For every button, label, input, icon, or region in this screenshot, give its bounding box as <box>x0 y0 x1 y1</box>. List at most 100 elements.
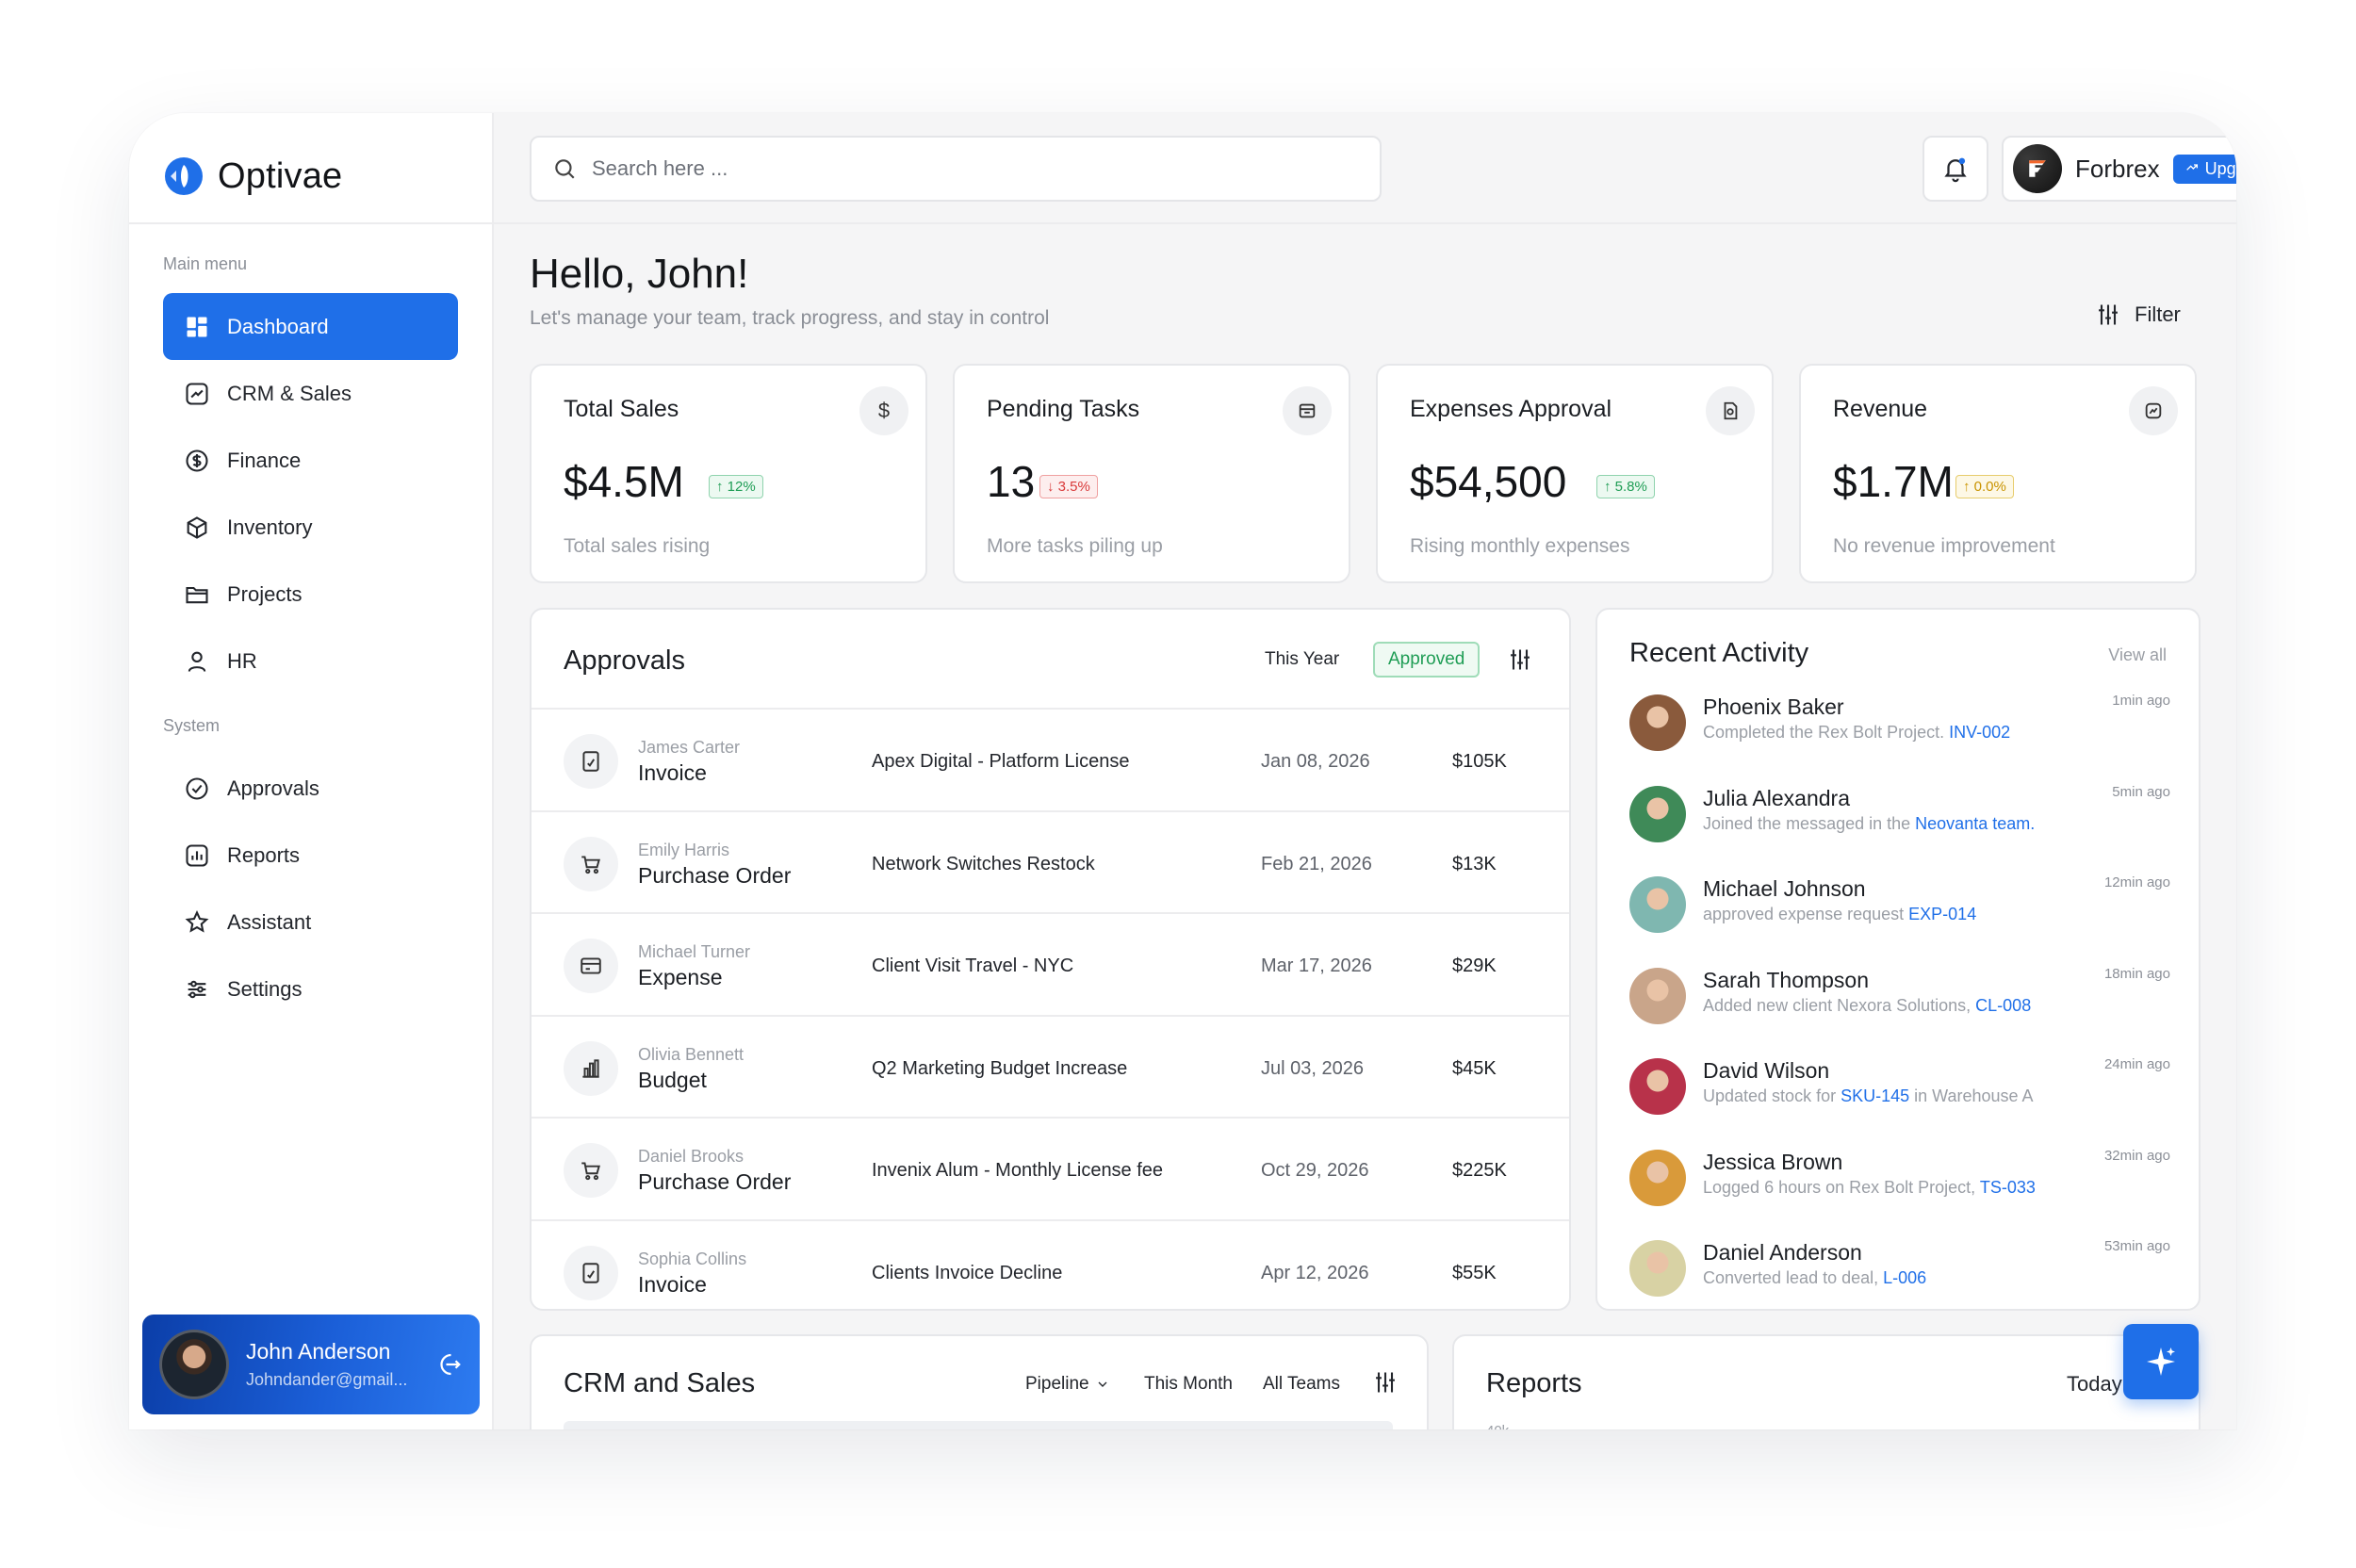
activity-description: approved expense request EXP-014 <box>1703 905 1976 924</box>
activity-item[interactable]: David Wilson Updated stock for SKU-145 in… <box>1629 1056 2170 1147</box>
activity-reference-link[interactable]: TS-033 <box>1980 1178 2036 1197</box>
activity-item[interactable]: Julia Alexandra Joined the messaged in th… <box>1629 784 2170 874</box>
sidebar-item-approvals[interactable]: Approvals <box>163 755 458 822</box>
stat-value: $1.7M <box>1833 457 1954 506</box>
system-menu: Approvals Reports Assistant Settings <box>163 755 458 1022</box>
row-date: Oct 29, 2026 <box>1261 1160 1369 1181</box>
activity-item[interactable]: Jessica Brown Logged 6 hours on Rex Bolt … <box>1629 1148 2170 1238</box>
ai-assistant-button[interactable] <box>2123 1324 2199 1399</box>
stat-card-pending-tasks[interactable]: Pending Tasks 13 ↓ 3.5% More tasks pilin… <box>953 364 1350 583</box>
sidebar-item-reports[interactable]: Reports <box>163 822 458 889</box>
row-description: Client Visit Travel - NYC <box>872 956 1074 976</box>
sidebar-item-label: Approvals <box>227 776 319 800</box>
bell-icon <box>1944 157 1967 183</box>
activity-text: approved expense request <box>1703 905 1909 923</box>
sidebar-item-inventory[interactable]: Inventory <box>163 494 458 561</box>
period-filter[interactable]: Today <box>2067 1372 2122 1396</box>
row-person: Emily Harris <box>638 840 729 859</box>
table-row[interactable]: James Carter Invoice Apex Digital - Plat… <box>532 710 1569 812</box>
sidebar: Optivae Main menu Dashboard CRM & Sales … <box>129 113 494 1429</box>
activity-reference-link[interactable]: EXP-014 <box>1908 905 1976 923</box>
period-filter[interactable]: This Year <box>1265 649 1339 670</box>
user-name: John Anderson <box>246 1339 391 1364</box>
row-amount: $225K <box>1452 1160 1507 1181</box>
card-icon <box>564 939 618 993</box>
avatar <box>1629 1149 1686 1206</box>
view-all-link[interactable]: View all <box>2108 645 2167 665</box>
stat-value: $54,500 <box>1410 457 1567 506</box>
dashboard-icon <box>187 317 207 336</box>
table-row[interactable]: Olivia Bennett Budget Q2 Marketing Budge… <box>532 1017 1569 1119</box>
sidebar-item-projects[interactable]: Projects <box>163 561 458 628</box>
topbar: Forbrex Upgrade <box>494 113 2236 224</box>
system-caption: System <box>163 716 221 735</box>
avatar <box>1629 785 1686 842</box>
activity-reference-link[interactable]: Neovanta team. <box>1915 814 2035 833</box>
status-filter[interactable]: Approved <box>1373 642 1481 678</box>
stat-note: Total sales rising <box>564 535 711 557</box>
activity-text: Converted lead to deal, <box>1703 1268 1884 1287</box>
notifications-button[interactable] <box>1922 136 1988 202</box>
row-description: Network Switches Restock <box>872 853 1095 874</box>
account-switcher[interactable]: Forbrex Upgrade <box>2002 136 2236 202</box>
table-row[interactable]: Sophia Collins Invoice Clients Invoice D… <box>532 1221 1569 1310</box>
sidebar-item-label: Reports <box>227 842 301 867</box>
upgrade-button[interactable]: Upgrade <box>2172 154 2236 184</box>
table-row[interactable]: Daniel Brooks Purchase Order Invenix Alu… <box>532 1119 1569 1221</box>
activity-item[interactable]: Phoenix Baker Completed the Rex Bolt Proj… <box>1629 693 2170 783</box>
approvals-header: Approvals This Year Approved <box>532 610 1569 710</box>
page-title: Hello, John! <box>530 251 749 297</box>
row-type: Purchase Order <box>638 1169 792 1194</box>
stat-note: No revenue improvement <box>1833 535 2055 557</box>
row-person: Daniel Brooks <box>638 1147 744 1166</box>
user-profile-card[interactable]: John Anderson Johndander@gmail... <box>142 1315 480 1414</box>
table-row[interactable]: Emily Harris Purchase Order Network Swit… <box>532 812 1569 914</box>
dollar-icon: $ <box>859 386 908 435</box>
upgrade-label: Upgrade <box>2204 158 2236 178</box>
logout-icon[interactable] <box>434 1350 463 1379</box>
stat-value: $4.5M <box>564 457 684 506</box>
stat-card-total-sales[interactable]: Total Sales $ $4.5M ↑ 12% Total sales ri… <box>530 364 927 583</box>
table-row[interactable]: Michael Turner Expense Client Visit Trav… <box>532 914 1569 1017</box>
stat-title: Pending Tasks <box>987 396 1140 422</box>
activity-item[interactable]: Daniel Anderson Converted lead to deal, L… <box>1629 1238 2170 1309</box>
activity-reference-link[interactable]: L-006 <box>1883 1268 1926 1287</box>
sidebar-item-crm-sales[interactable]: CRM & Sales <box>163 360 458 427</box>
teams-filter[interactable]: All Teams <box>1263 1374 1340 1395</box>
activity-description: Logged 6 hours on Rex Bolt Project, TS-0… <box>1703 1178 2036 1198</box>
period-filter[interactable]: This Month <box>1144 1374 1233 1395</box>
activity-item[interactable]: Michael Johnson approved expense request … <box>1629 874 2170 965</box>
row-amount: $55K <box>1452 1262 1497 1283</box>
activity-description: Joined the messaged in the Neovanta team… <box>1703 814 2035 834</box>
activity-reference-link[interactable]: CL-008 <box>1975 996 2031 1015</box>
activity-reference-link[interactable]: INV-002 <box>1949 723 2010 742</box>
row-description: Apex Digital - Platform License <box>872 751 1130 772</box>
activity-suffix: in Warehouse A <box>1909 1086 2034 1105</box>
stat-card-revenue[interactable]: Revenue $1.7M ↑ 0.0% No revenue improvem… <box>1799 364 2197 583</box>
search-box[interactable] <box>530 136 1382 202</box>
sidebar-item-assistant[interactable]: Assistant <box>163 889 458 956</box>
activity-time: 32min ago <box>2103 1147 2170 1164</box>
sidebar-item-finance[interactable]: Finance <box>163 427 458 494</box>
row-amount: $105K <box>1452 751 1507 772</box>
budget-bars-icon <box>564 1040 618 1096</box>
axis-tick-label: 40k <box>1486 1423 1509 1429</box>
sidebar-item-hr[interactable]: HR <box>163 628 458 694</box>
sidebar-item-dashboard[interactable]: Dashboard <box>163 293 458 360</box>
trend-badge: ↑ 5.8% <box>1596 475 1655 498</box>
activity-item[interactable]: Sarah Thompson Added new client Nexora So… <box>1629 966 2170 1056</box>
sidebar-item-settings[interactable]: Settings <box>163 956 458 1022</box>
filter-label: Filter <box>2135 302 2181 326</box>
activity-reference-link[interactable]: SKU-145 <box>1841 1086 1909 1105</box>
filter-sliders-icon[interactable] <box>1507 646 1533 673</box>
search-input[interactable] <box>592 156 1327 181</box>
logo[interactable]: Optivae <box>163 149 342 204</box>
filter-sliders-icon[interactable] <box>1372 1369 1399 1396</box>
stat-card-expenses-approval[interactable]: Expenses Approval $54,500 ↑ 5.8% Rising … <box>1376 364 1774 583</box>
pipeline-dropdown[interactable]: Pipeline <box>1025 1374 1110 1395</box>
row-amount: $45K <box>1452 1057 1497 1079</box>
activity-description: Converted lead to deal, L-006 <box>1703 1268 1926 1288</box>
filter-button[interactable]: Filter <box>2095 302 2181 328</box>
activity-text: Logged 6 hours on Rex Bolt Project, <box>1703 1177 1980 1197</box>
sidebar-item-label: Finance <box>227 448 302 472</box>
